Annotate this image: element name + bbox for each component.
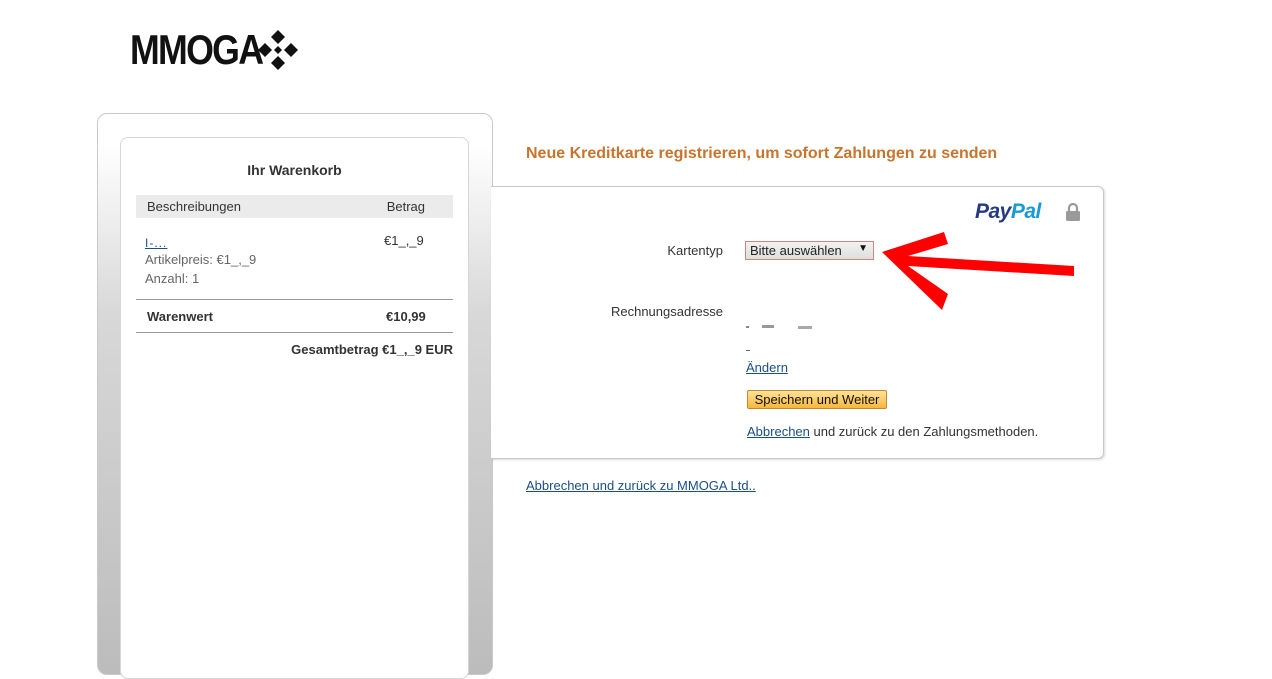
- cart-panel: [120, 137, 469, 679]
- mmoga-diamond-icon: [258, 30, 298, 70]
- column-description: Beschreibungen: [147, 199, 241, 214]
- billing-address-redacted: [746, 325, 812, 329]
- save-and-continue-button[interactable]: Speichern und Weiter: [747, 390, 887, 409]
- cart-item-quantity: Anzahl: 1: [145, 271, 200, 286]
- logo-text: MMOGA: [130, 26, 264, 73]
- cart-table-header: Beschreibungen Betrag: [136, 195, 453, 218]
- red-arrow-annotation: [882, 232, 1074, 310]
- billing-address-label: Rechnungsadresse: [610, 304, 723, 319]
- card-type-label: Kartentyp: [667, 243, 723, 258]
- return-to-merchant-link[interactable]: Abbrechen und zurück zu MMOGA Ltd..: [526, 478, 756, 493]
- dropdown-arrow-icon: ▼: [858, 243, 868, 254]
- lock-icon: [1066, 203, 1080, 221]
- cart-title: Ihr Warenkorb: [247, 162, 342, 178]
- column-amount: Betrag: [386, 199, 425, 214]
- total-amount: Gesamtbetrag €1_,_9 EUR: [291, 342, 453, 357]
- paypal-logo-part1: Pay: [975, 200, 1011, 223]
- subtotal-value: €10,99: [386, 309, 426, 324]
- change-address-link[interactable]: Ändern: [746, 360, 788, 375]
- cancel-line: Abbrechen und zurück zu den Zahlungsmeth…: [747, 424, 1038, 439]
- divider: [136, 299, 453, 300]
- cart-item-name[interactable]: I-...: [145, 236, 167, 250]
- mmoga-logo[interactable]: MMOGA: [130, 26, 298, 73]
- cart-item-unit-price: Artikelpreis: €1_,_9: [145, 252, 257, 267]
- paypal-logo-part2: Pal: [1010, 200, 1042, 223]
- cart-item-price: €1_,_9: [384, 233, 424, 248]
- cancel-suffix: und zurück zu den Zahlungsmethoden.: [809, 424, 1039, 439]
- paypal-logo: PayPal: [975, 200, 1041, 224]
- page-headline: Neue Kreditkarte registrieren, um sofort…: [526, 145, 998, 162]
- divider: [136, 332, 453, 333]
- card-type-select[interactable]: Bitte auswählen ▼: [745, 241, 874, 260]
- billing-address-redacted: [746, 350, 750, 351]
- card-type-selected-value: Bitte auswählen: [750, 243, 842, 258]
- cancel-link[interactable]: Abbrechen: [747, 424, 810, 439]
- subtotal-label: Warenwert: [147, 309, 213, 324]
